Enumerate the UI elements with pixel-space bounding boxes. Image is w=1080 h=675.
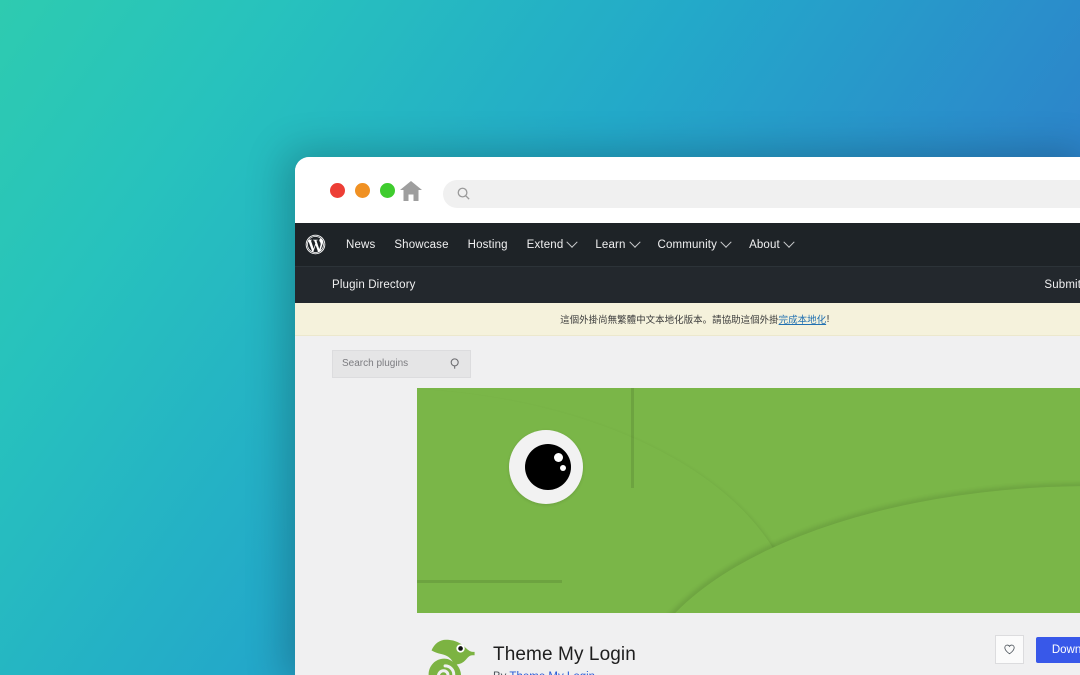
browser-window: News Showcase Hosting Extend Learn Commu… bbox=[295, 157, 1080, 675]
nav-item-learn[interactable]: Learn bbox=[595, 236, 641, 251]
nav-item-label: Learn bbox=[595, 238, 626, 251]
global-nav-items: News Showcase Hosting Extend Learn Commu… bbox=[346, 236, 795, 251]
page-content: 這個外掛尚無繁體中文本地化版本。請協助這個外掛 完成本地化! Search plu… bbox=[295, 303, 1080, 675]
locale-notice-text-after: ! bbox=[826, 313, 830, 325]
maximize-window-button[interactable] bbox=[380, 183, 395, 198]
nav-item-news[interactable]: News bbox=[346, 239, 375, 251]
nav-item-label: About bbox=[749, 238, 780, 251]
page-title: Theme My Login bbox=[493, 643, 636, 665]
wordpress-logo-icon[interactable] bbox=[305, 234, 326, 255]
plugin-header-row: Theme My Login By Theme My Login Downloa… bbox=[295, 613, 1080, 675]
nav-item-about[interactable]: About bbox=[749, 236, 795, 251]
plugin-meta: Theme My Login By Theme My Login bbox=[493, 643, 636, 675]
chameleon-eye-glint-small bbox=[560, 465, 566, 471]
chameleon-lower-line bbox=[417, 580, 562, 583]
nav-item-label: Showcase bbox=[394, 238, 449, 251]
favorite-button[interactable] bbox=[994, 635, 1024, 664]
search-plugins-input[interactable]: Search plugins bbox=[332, 350, 471, 378]
nav-item-hosting[interactable]: Hosting bbox=[468, 239, 508, 251]
nav-item-label: Community bbox=[657, 238, 718, 251]
chevron-down-icon bbox=[628, 236, 641, 248]
plugin-author-link[interactable]: Theme My Login bbox=[509, 671, 595, 675]
search-icon bbox=[456, 186, 471, 201]
address-bar[interactable] bbox=[443, 180, 1080, 208]
plugin-actions: Download bbox=[994, 635, 1080, 664]
locale-notice: 這個外掛尚無繁體中文本地化版本。請協助這個外掛 完成本地化! bbox=[295, 303, 1080, 336]
chameleon-eye-glint-large bbox=[554, 453, 563, 462]
chameleon-icon bbox=[417, 632, 477, 675]
submit-plugin-link[interactable]: Submit a bbox=[1044, 279, 1080, 291]
search-placeholder: Search plugins bbox=[342, 358, 409, 369]
plugin-author-line: By Theme My Login bbox=[493, 671, 636, 675]
plugin-banner-image bbox=[417, 388, 1080, 613]
nav-item-extend[interactable]: Extend bbox=[526, 236, 579, 251]
plugin-by-prefix: By bbox=[493, 671, 506, 675]
desktop-background: News Showcase Hosting Extend Learn Commu… bbox=[0, 0, 1080, 675]
nav-item-showcase[interactable]: Showcase bbox=[394, 239, 448, 251]
heart-icon bbox=[1004, 644, 1015, 655]
download-button[interactable]: Download bbox=[1035, 636, 1080, 663]
breadcrumb-plugin-directory[interactable]: Plugin Directory bbox=[332, 279, 416, 291]
minimize-window-button[interactable] bbox=[355, 183, 370, 198]
chevron-down-icon bbox=[566, 236, 579, 248]
nav-item-community[interactable]: Community bbox=[657, 236, 732, 251]
wordpress-global-nav: News Showcase Hosting Extend Learn Commu… bbox=[295, 223, 1080, 266]
browser-chrome-bar bbox=[295, 157, 1080, 223]
locale-notice-text-before: 這個外掛尚無繁體中文本地化版本。請協助這個外掛 bbox=[560, 315, 779, 326]
nav-item-label: News bbox=[346, 238, 376, 251]
chameleon-mouth-line bbox=[631, 388, 634, 488]
plugin-directory-subnav: Plugin Directory Submit a bbox=[295, 266, 1080, 303]
close-window-button[interactable] bbox=[330, 183, 345, 198]
locale-notice-link[interactable]: 完成本地化 bbox=[779, 312, 827, 326]
search-row: Search plugins bbox=[295, 336, 1080, 388]
chevron-down-icon bbox=[783, 236, 795, 248]
search-icon[interactable] bbox=[449, 357, 462, 370]
chevron-down-icon bbox=[720, 236, 732, 248]
nav-item-label: Hosting bbox=[467, 238, 508, 251]
home-icon[interactable] bbox=[398, 179, 424, 203]
nav-item-label: Extend bbox=[526, 238, 564, 251]
window-traffic-lights bbox=[330, 183, 395, 198]
